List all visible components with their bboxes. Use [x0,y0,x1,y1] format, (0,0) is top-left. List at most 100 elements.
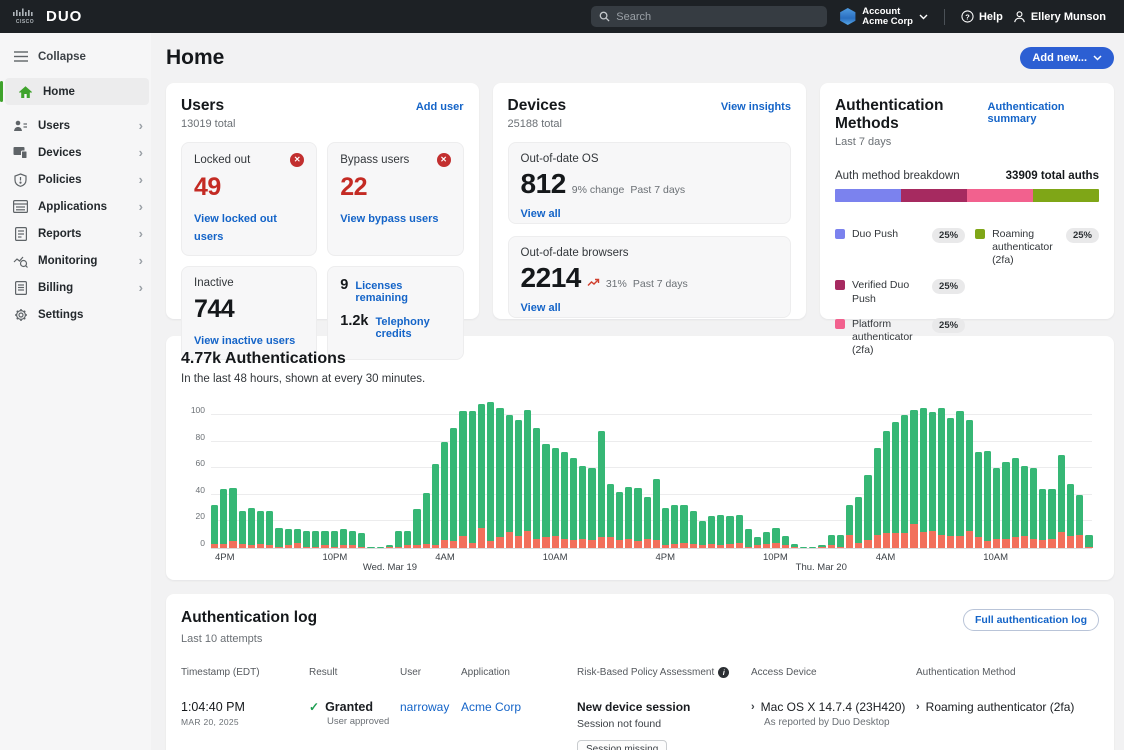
app-window: CISCO DUO Account Acme Corp [0,0,1124,750]
auth-bar [818,545,826,548]
sidebar-item-policies[interactable]: Policies › [0,166,151,193]
auth-bar [247,508,256,548]
browsers-count: 2214 [520,262,582,293]
x-axis-day-label: Wed. Mar 19 [362,562,418,573]
sidebar-item-applications[interactable]: Applications › [0,193,151,220]
auth-bar [404,530,412,548]
topbar-divider [943,8,945,25]
chevron-right-icon: › [138,199,143,214]
search-input[interactable] [616,10,820,23]
sidebar-item-reports[interactable]: Reports › [0,220,151,247]
devices-card-title: Devices [507,97,567,114]
auth-bar [1002,461,1010,548]
log-row-device: › Mac OS X 14.7.4 (23H420) As reported b… [751,700,906,729]
help-button[interactable]: ? Help [961,10,1003,23]
collapse-button[interactable]: Collapse [0,43,151,70]
chevron-right-icon: › [138,145,143,160]
search-box[interactable] [591,6,828,27]
legend-swatch [834,229,845,239]
y-axis-label: 100 [190,404,205,415]
auth-summary-link[interactable]: Authentication summary [988,101,1099,125]
y-axis-label: 0 [200,538,205,548]
legend-swatch [834,318,845,329]
auth-log-title: Authentication log [181,609,318,626]
sidebar-item-home[interactable]: Home [0,78,149,105]
total-auths: 33909 total auths [1005,170,1099,182]
breakdown-segment [966,189,1033,202]
sidebar-item-users[interactable]: Users › [0,112,151,139]
user-link[interactable]: narroway [400,700,449,714]
auth-bar [284,529,292,548]
auth-bar [551,448,559,548]
auth-bar [1020,465,1029,548]
sidebar-item-devices[interactable]: Devices › [0,139,151,166]
account-menu[interactable]: Account Acme Corp [839,6,928,27]
auth-bar [892,421,900,548]
y-axis-label: 80 [195,431,205,442]
auth-bar [827,534,835,548]
info-icon[interactable]: i [718,667,730,678]
chevron-down-icon [919,14,928,20]
auth-bar [910,409,918,548]
full-auth-log-button[interactable]: Full authentication log [963,609,1099,631]
user-menu[interactable]: Ellery Munson [1013,10,1106,23]
auth-bar [947,417,955,548]
x-axis-tick: 10AM [983,552,1009,563]
sidebar-item-monitoring[interactable]: Monitoring › [0,247,151,274]
x-axis-day-label: Thu. Mar 20 [795,562,847,573]
auth-bar [928,412,937,548]
legend-item: Roaming authenticator (2fa) 25% [975,228,1099,267]
x-axis-tick: 4AM [435,552,455,563]
licenses-tile: 9 Licenses remaining 1.2k Telephony cred… [327,266,464,360]
locked-out-count: 49 [194,173,221,201]
view-all-browsers-link[interactable]: View all [521,302,561,314]
auth-chart-xaxis: 4PM 10PM 4AM 10AM 4PM 10PM 4AM 10AM Wed. Mar 19 T… [211,549,1092,575]
auth-bar [1030,468,1038,548]
chart-subtitle: In the last 48 hours, shown at every 30 … [181,373,426,385]
auth-bar [643,497,651,548]
telephony-link[interactable]: Telephony credits [376,316,451,340]
chevron-right-icon[interactable]: › [751,700,755,714]
chevron-right-icon: › [138,226,143,241]
trend-up-icon [587,278,600,287]
home-icon [18,84,33,99]
auth-bar [625,486,633,548]
auth-method-breakdown-bar [834,189,1099,202]
licenses-link[interactable]: Licenses remaining [355,280,450,304]
authentications-chart-card: 4.77k Authentications In the last 48 hou… [166,336,1114,580]
auth-bar [901,414,909,548]
auth-bar [1076,494,1084,548]
auth-bar [358,533,366,548]
chevron-right-icon[interactable]: › [916,700,920,714]
monitoring-icon [13,253,28,268]
breakdown-segment [1032,189,1099,202]
devices-icon [13,145,28,160]
auth-bar [984,450,992,548]
chevron-right-icon: › [138,118,143,133]
auth-bar [312,530,320,548]
auth-bar [450,428,458,548]
view-all-os-link[interactable]: View all [521,208,561,220]
view-locked-out-link[interactable]: View locked out users [194,213,277,243]
auth-bar [1011,457,1019,548]
view-inactive-link[interactable]: View inactive users [194,335,295,347]
application-link[interactable]: Acme Corp [461,700,521,714]
log-row-method: › Roaming authenticator (2fa) [916,700,1075,714]
user-name: Ellery Munson [1030,10,1106,23]
auth-methods-card: Authentication Methods Authentication su… [819,83,1114,356]
add-new-button[interactable]: Add new... [1020,47,1114,69]
auth-chart-plot: 0 20 40 60 80 100 [191,399,1093,549]
view-insights-link[interactable]: View insights [721,101,791,113]
sidebar-item-billing[interactable]: Billing › [0,274,151,301]
legend-item: Duo Push 25% [834,228,966,267]
auth-bar [303,530,311,548]
log-row-user: narroway [400,678,461,750]
users-icon [13,118,28,133]
add-user-link[interactable]: Add user [416,101,464,113]
auth-bar [597,430,605,548]
auth-bar [772,528,780,548]
view-bypass-link[interactable]: View bypass users [340,213,438,225]
auth-methods-title: Authentication Methods [834,97,944,132]
y-axis-label: 60 [195,458,205,469]
sidebar-item-settings[interactable]: Settings [0,301,151,328]
